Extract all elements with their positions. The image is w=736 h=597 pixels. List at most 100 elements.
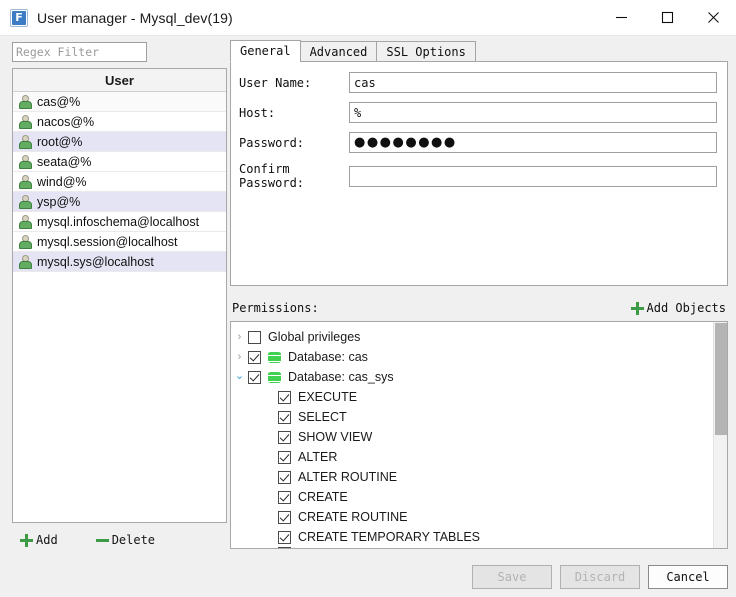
- add-user-label: Add: [36, 533, 58, 547]
- permission-checkbox[interactable]: [278, 430, 291, 444]
- permission-tree-row[interactable]: ⌄ Database: cas_sys: [231, 367, 713, 387]
- user-icon: [17, 254, 32, 269]
- user-list-item[interactable]: root@%: [13, 132, 226, 152]
- add-user-button[interactable]: Add: [20, 533, 58, 547]
- permission-tree-row[interactable]: SHOW VIEW: [231, 427, 713, 447]
- tab-bar: General Advanced SSL Options: [230, 40, 728, 62]
- permission-checkbox[interactable]: [278, 490, 291, 504]
- chevron-right-icon[interactable]: ›: [231, 331, 248, 343]
- user-list-item[interactable]: mysql.infoschema@localhost: [13, 212, 226, 232]
- minimize-button[interactable]: [598, 0, 644, 35]
- regex-filter-input[interactable]: [12, 42, 147, 62]
- field-label: Host:: [239, 105, 276, 120]
- user-list-item[interactable]: cas@%: [13, 92, 226, 112]
- permissions-tree[interactable]: › Global privileges › Database: cas ⌄ Databas…: [230, 321, 728, 549]
- permission-label: Database: cas_sys: [288, 370, 394, 384]
- permission-tree-row[interactable]: ALTER: [231, 447, 713, 467]
- user-list-item[interactable]: nacos@%: [13, 112, 226, 132]
- permission-checkbox[interactable]: [278, 530, 291, 544]
- user-icon: [17, 234, 32, 249]
- close-button[interactable]: [690, 0, 736, 35]
- permissions-scrollbar-thumb[interactable]: [715, 323, 727, 435]
- permission-label: Global privileges: [268, 330, 361, 344]
- tab-advanced[interactable]: Advanced: [299, 41, 378, 62]
- permission-tree-row[interactable]: EXECUTE: [231, 387, 713, 407]
- user-icon: [17, 154, 32, 169]
- user-list-header: User: [13, 69, 226, 92]
- permission-label: ALTER ROUTINE: [298, 470, 398, 484]
- permission-checkbox[interactable]: [278, 470, 291, 484]
- delete-user-button[interactable]: Delete: [95, 533, 156, 547]
- permission-checkbox[interactable]: [248, 370, 261, 384]
- user-actions: Add Delete: [12, 533, 227, 547]
- user-name-input[interactable]: [349, 72, 717, 93]
- form-row: Host:: [239, 102, 717, 123]
- user-list-item[interactable]: seata@%: [13, 152, 226, 172]
- delete-user-label: Delete: [111, 533, 156, 547]
- password-input[interactable]: [349, 132, 717, 153]
- chevron-right-icon[interactable]: ›: [231, 351, 248, 363]
- detail-panel: GeneralAdvancedSSL Options User Name: Hos…: [230, 40, 728, 549]
- user-list-item-label: wind@%: [37, 174, 87, 189]
- plus-icon: [630, 301, 644, 315]
- user-icon: [17, 194, 32, 209]
- user-panel: User cas@% nacos@% root@% seata@% wind@% ysp@…: [12, 42, 227, 597]
- cancel-button[interactable]: Cancel: [648, 565, 728, 589]
- app-icon: [10, 8, 28, 27]
- add-objects-label: Add Objects: [646, 301, 726, 315]
- user-list-item-label: ysp@%: [37, 194, 81, 209]
- permission-checkbox[interactable]: [278, 510, 291, 524]
- plus-icon: [20, 533, 33, 547]
- host-input[interactable]: [349, 102, 717, 123]
- user-list-item-label: nacos@%: [37, 114, 95, 129]
- permission-tree-row[interactable]: ALTER ROUTINE: [231, 467, 713, 487]
- permission-tree-row[interactable]: › Global privileges: [231, 327, 713, 347]
- user-list-item-label: mysql.sys@localhost: [37, 254, 154, 269]
- permission-tree-row[interactable]: CREATE: [231, 487, 713, 507]
- user-list-item[interactable]: mysql.sys@localhost: [13, 252, 226, 272]
- user-list-item[interactable]: wind@%: [13, 172, 226, 192]
- permission-label: SHOW VIEW: [298, 430, 373, 444]
- discard-button[interactable]: Discard: [560, 565, 640, 589]
- permission-checkbox[interactable]: [278, 450, 291, 464]
- permission-label: EXECUTE: [298, 390, 358, 404]
- maximize-button[interactable]: [644, 0, 690, 35]
- database-icon: [268, 371, 281, 384]
- user-list-item-label: cas@%: [37, 94, 81, 109]
- permission-tree-row[interactable]: CREATE TEMPORARY TABLES: [231, 527, 713, 547]
- permission-checkbox[interactable]: [278, 547, 291, 548]
- window-title: User manager - Mysql_dev(19): [37, 9, 233, 26]
- database-icon: [268, 351, 281, 364]
- permission-checkbox[interactable]: [278, 410, 291, 424]
- permission-tree-row[interactable]: CREATE ROUTINE: [231, 507, 713, 527]
- permission-tree-row[interactable]: SELECT: [231, 407, 713, 427]
- user-list-item[interactable]: mysql.session@localhost: [13, 232, 226, 252]
- permission-label: CREATE: [298, 490, 348, 504]
- add-objects-button[interactable]: Add Objects: [630, 301, 726, 315]
- permission-checkbox[interactable]: [248, 350, 261, 364]
- user-icon: [17, 94, 32, 109]
- tab-general[interactable]: General: [230, 40, 301, 62]
- user-list-item-label: seata@%: [37, 154, 92, 169]
- permission-label: CREATE ROUTINE: [298, 510, 408, 524]
- field-label: Password:: [239, 135, 305, 150]
- general-tab-pane: User Name: Host: Password: Confirm Password…: [230, 61, 728, 286]
- permissions-toolbar: Permissions: Add Objects: [230, 295, 728, 321]
- save-button[interactable]: Save: [472, 565, 552, 589]
- user-list[interactable]: User cas@% nacos@% root@% seata@% wind@% ysp@…: [12, 68, 227, 523]
- permissions-scrollbar[interactable]: [713, 322, 727, 548]
- permission-tree-row[interactable]: CREATE VIEW: [231, 547, 713, 548]
- tab-ssl-options[interactable]: SSL Options: [376, 41, 476, 62]
- permission-checkbox[interactable]: [278, 390, 291, 404]
- permission-tree-row[interactable]: › Database: cas: [231, 347, 713, 367]
- chevron-down-icon[interactable]: ⌄: [231, 369, 248, 382]
- user-list-item[interactable]: ysp@%: [13, 192, 226, 212]
- confirm-password-input[interactable]: [349, 165, 717, 187]
- permission-checkbox[interactable]: [248, 330, 261, 344]
- user-list-item-label: mysql.infoschema@localhost: [37, 214, 200, 229]
- form-row: User Name:: [239, 72, 717, 93]
- minus-icon: [95, 534, 109, 547]
- user-list-item-label: mysql.session@localhost: [37, 234, 178, 249]
- dialog-buttons: Save Discard Cancel: [472, 565, 728, 589]
- user-rows-container: cas@% nacos@% root@% seata@% wind@% ysp@% mysq…: [13, 92, 226, 272]
